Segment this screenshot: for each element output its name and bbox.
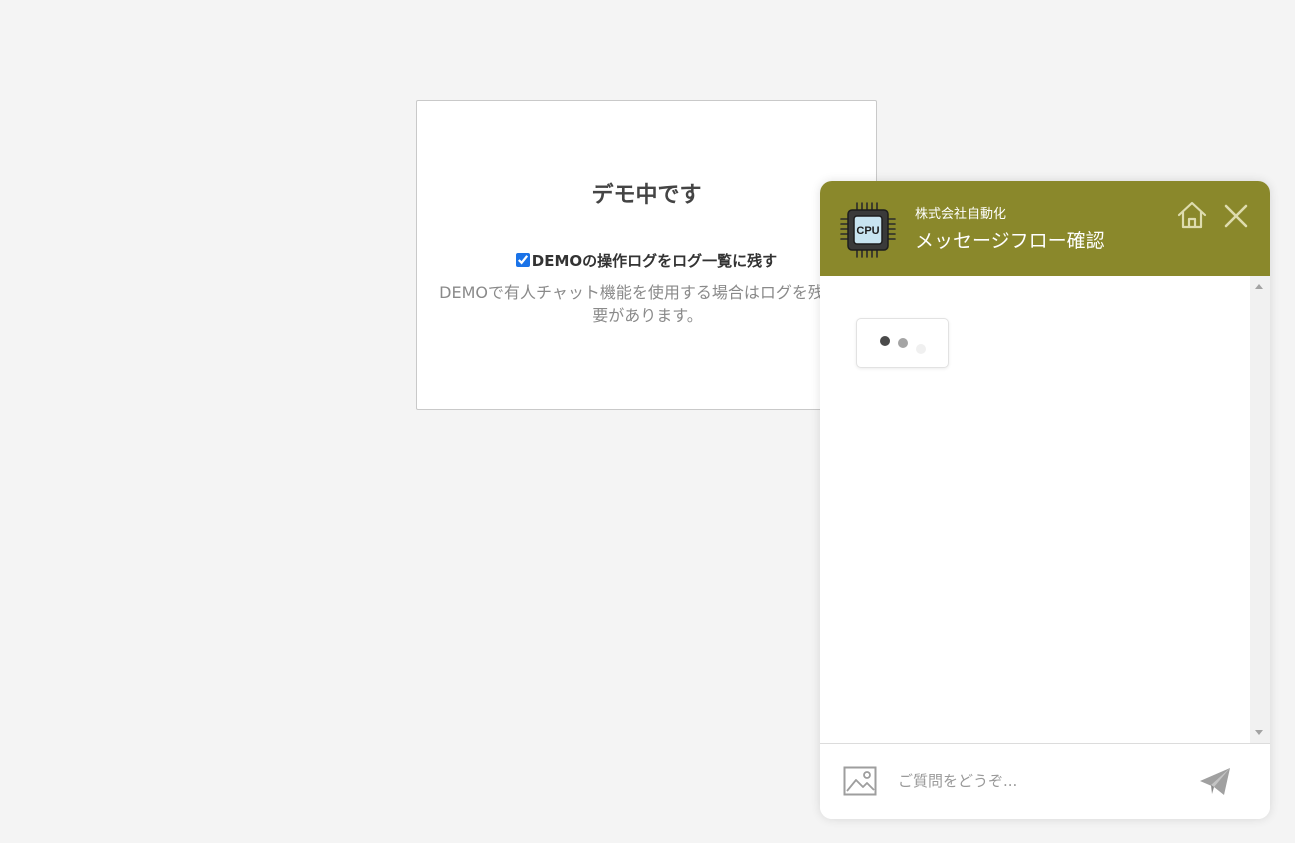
close-icon[interactable] [1222,202,1250,230]
typing-dot [880,336,890,346]
home-icon[interactable] [1176,200,1208,230]
demo-log-option: DEMOの操作ログをログ一覧に残す [417,250,876,271]
demo-log-checkbox-label[interactable]: DEMOの操作ログをログ一覧に残す [532,252,777,270]
chat-scrollbar[interactable] [1250,276,1270,743]
chat-message-area[interactable] [820,276,1250,743]
cpu-chip-icon: CPU [840,202,896,258]
paper-plane-icon[interactable] [1198,766,1232,798]
scroll-up-arrow-icon[interactable] [1255,284,1263,289]
chat-title: メッセージフロー確認 [915,230,1105,252]
typing-dot [916,344,926,354]
image-icon[interactable] [843,766,877,796]
chat-company-name: 株式会社自動化 [915,207,1007,222]
chat-header: CPU 株式会社自動化 メッセージフロー確認 [820,181,1270,276]
demo-title: デモ中です [591,183,702,208]
scroll-down-arrow-icon[interactable] [1255,730,1263,735]
chat-input-bar [820,743,1270,819]
demo-log-checkbox[interactable] [515,253,530,267]
typing-dot [898,338,908,348]
cpu-chip-label: CPU [856,225,879,237]
typing-indicator [856,318,949,368]
demo-description: DEMOで有人チャット機能を使用する場合はログを残す必要があります。 [439,283,856,325]
chat-message-input[interactable] [895,766,1181,796]
chat-widget: CPU 株式会社自動化 メッセージフロー確認 [820,181,1270,819]
demo-card: デモ中です DEMOの操作ログをログ一覧に残す DEMOで有人チャット機能を使用… [416,100,877,410]
